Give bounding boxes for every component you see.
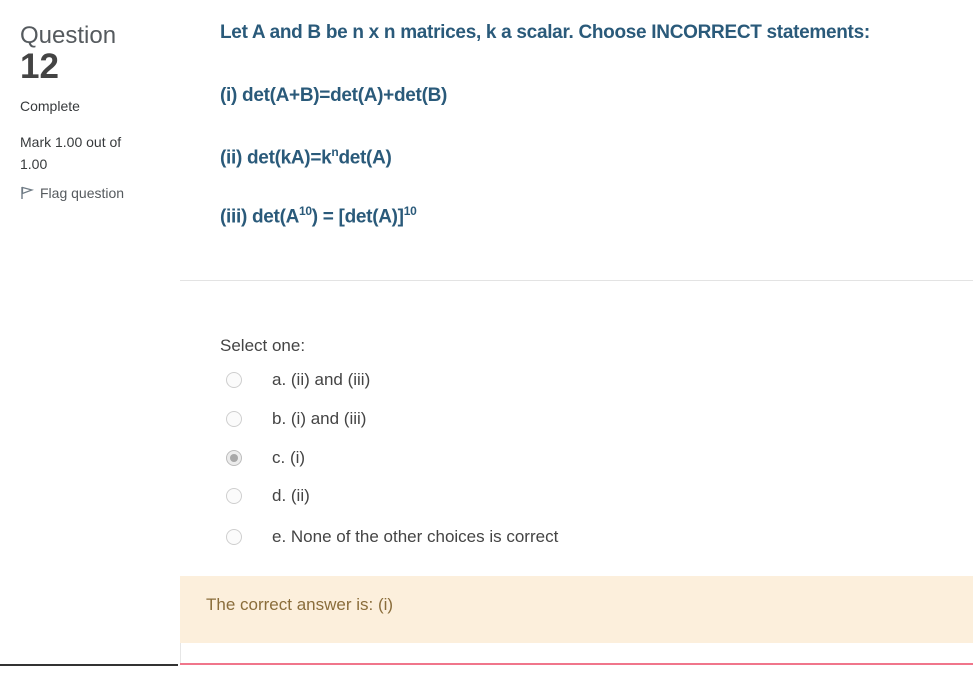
question-formulation: Let A and B be n x n matrices, k a scala… [180, 0, 973, 576]
question-divider [180, 280, 973, 281]
question-line-4-exponent-1: 10 [299, 204, 312, 218]
answer-option-label: a. (ii) and (iii) [272, 370, 371, 389]
flag-question-link[interactable]: Flag question [20, 185, 124, 201]
question-line-3: (ii) det(kA)=kndet(A) [220, 145, 392, 169]
answer-option-label: d. (ii) [272, 486, 310, 505]
answer-option-e[interactable]: e. None of the other choices is correct [226, 527, 558, 547]
question-label: Question [20, 22, 117, 49]
right-answer-text: The correct answer is: (i) [206, 595, 394, 614]
answer-option-label: b. (i) and (iii) [272, 409, 367, 428]
radio-button-e[interactable] [226, 529, 242, 545]
answer-prompt: Select one: [220, 336, 306, 355]
flag-icon [20, 186, 34, 200]
answer-option-a[interactable]: a. (ii) and (iii) [226, 370, 370, 390]
question-state: Complete [20, 98, 80, 114]
question-line-3-start: (ii) det(kA)=k [220, 147, 332, 169]
question-line-1: Let A and B be n x n matrices, k a scala… [220, 22, 870, 43]
question-line-4-middle: ) = [det(A)] [311, 206, 404, 228]
answer-option-b[interactable]: b. (i) and (iii) [226, 409, 366, 429]
question-info-panel: Question 12 Complete Mark 1.00 out of 1.… [0, 0, 181, 665]
radio-button-b[interactable] [226, 411, 242, 427]
feedback-panel: The correct answer is: (i) [180, 576, 973, 643]
answer-option-label: e. None of the other choices is correct [272, 527, 559, 546]
question-line-4-start: (iii) det(A [220, 206, 300, 228]
question-grade: Mark 1.00 out of 1.00 [20, 134, 122, 172]
question-line-2: (i) det(A+B)=det(A)+det(B) [220, 85, 448, 106]
left-divider-line [0, 664, 178, 666]
radio-button-d[interactable] [226, 488, 242, 504]
answer-option-label: c. (i) [272, 448, 306, 467]
question-line-4: (iii) det(A10) = [det(A)]10 [220, 204, 417, 228]
answer-option-d[interactable]: d. (ii) [226, 486, 310, 506]
flag-question-label: Flag question [40, 185, 125, 201]
question-line-4-exponent-2: 10 [403, 204, 417, 218]
answer-option-c[interactable]: c. (i) [226, 448, 305, 468]
radio-button-a[interactable] [226, 372, 242, 388]
question-number: 12 [20, 47, 59, 86]
question-container: Question 12 Complete Mark 1.00 out of 1.… [0, 0, 973, 678]
radio-button-c[interactable] [226, 450, 242, 466]
question-line-3-end: det(A) [338, 147, 392, 169]
bottom-accent-line [180, 663, 973, 665]
